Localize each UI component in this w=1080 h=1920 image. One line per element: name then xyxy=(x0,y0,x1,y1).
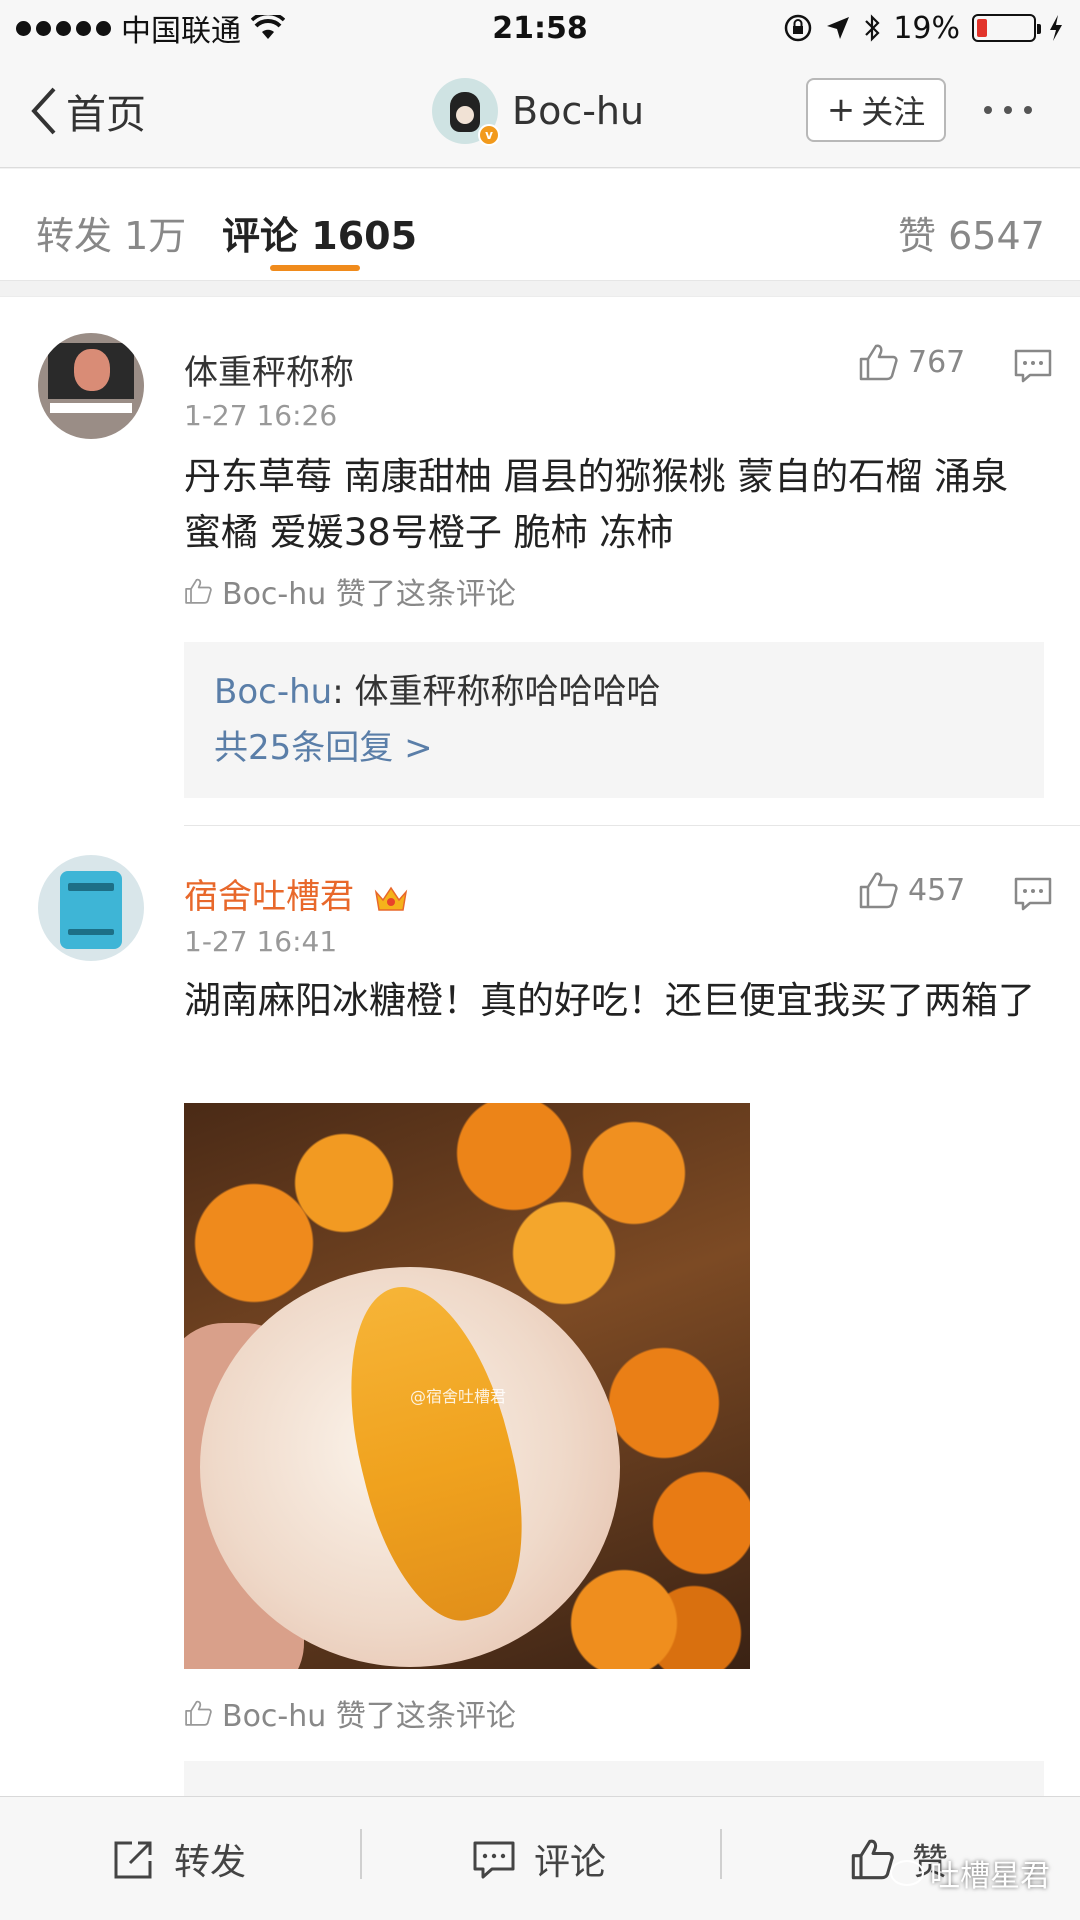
tab-reposts-count: 1万 xyxy=(124,214,187,258)
share-icon xyxy=(114,1841,152,1879)
comment-author-name: 宿舍吐槽君 xyxy=(184,877,354,917)
charging-icon xyxy=(1050,15,1062,41)
reply-author[interactable]: Boc-hu xyxy=(214,672,332,712)
tab-likes[interactable]: 赞 6547 xyxy=(898,205,1045,260)
rotation-lock-icon xyxy=(785,14,812,42)
signal-icon xyxy=(16,20,111,36)
thumbs-up-icon xyxy=(859,344,898,381)
status-bar: 中国联通 21:58 19% xyxy=(0,0,1080,56)
image-watermark: @宿舍吐槽君 xyxy=(410,1387,507,1406)
tab-bar: 转发 1万 评论 1605 赞 6547 xyxy=(0,169,1080,281)
thumbs-up-icon xyxy=(185,578,212,604)
more-options-icon[interactable] xyxy=(984,106,1032,114)
nav-username: Boc-hu xyxy=(512,89,645,133)
active-tab-indicator xyxy=(270,265,360,271)
nav-user[interactable]: v Boc-hu xyxy=(432,78,645,146)
reply-icon[interactable] xyxy=(1014,349,1052,383)
avatar[interactable] xyxy=(38,333,144,439)
follow-label: 关注 xyxy=(861,93,926,131)
comment-icon xyxy=(473,1841,515,1879)
comment-time: 1-27 16:26 xyxy=(184,399,338,432)
verified-badge-icon: v xyxy=(478,124,500,146)
avatar: v xyxy=(432,78,500,146)
tab-reposts[interactable]: 转发 1万 xyxy=(36,205,186,260)
reply-preview[interactable]: Boc-hu: 体重秤称称哈哈哈哈 共25条回复 > xyxy=(184,642,1044,798)
watermark-text: 吐槽星君 xyxy=(930,1859,1050,1894)
comment-text: 丹东草莓 南康甜柚 眉县的猕猴桃 蒙自的石榴 涌泉蜜橘 爱媛38号橙子 脆柿 冻… xyxy=(184,455,1009,554)
comment-label: 评论 xyxy=(534,1842,607,1883)
wechat-icon xyxy=(890,1860,924,1886)
liked-by-note: Boc-hu 赞了这条评论 xyxy=(184,569,516,613)
liked-by-note: Boc-hu 赞了这条评论 xyxy=(184,1691,516,1735)
repost-label: 转发 xyxy=(174,1842,247,1883)
reply-text: 体重秤称称哈哈哈哈 xyxy=(354,672,661,712)
comment-time: 1-27 16:41 xyxy=(184,925,338,958)
tab-reposts-label: 转发 xyxy=(36,214,113,258)
tab-likes-label: 赞 xyxy=(898,214,937,258)
divider xyxy=(360,1829,362,1879)
wifi-icon xyxy=(251,15,285,39)
comment-author[interactable]: 宿舍吐槽君 xyxy=(184,869,409,918)
thumbs-up-icon xyxy=(185,1700,212,1726)
clock: 21:58 xyxy=(492,10,588,46)
tab-likes-count: 6547 xyxy=(948,214,1045,258)
plus-icon: + xyxy=(826,90,856,130)
back-button[interactable]: 首页 xyxy=(28,82,146,140)
bluetooth-icon xyxy=(865,14,880,42)
tab-comments-label: 评论 xyxy=(222,214,299,258)
comment-list[interactable]: 体重秤称称 1-27 16:26 767 丹东草莓 南康甜柚 眉县的猕猴桃 蒙自… xyxy=(0,296,1080,1796)
comment-image[interactable]: @宿舍吐槽君 xyxy=(184,1103,750,1669)
carrier-label: 中国联通 xyxy=(121,14,241,49)
reply-icon[interactable] xyxy=(1014,877,1052,911)
battery-percent: 19% xyxy=(893,10,960,46)
repost-button[interactable]: 转发 xyxy=(112,1833,246,1885)
like-count: 767 xyxy=(908,344,966,380)
like-count: 457 xyxy=(908,872,966,908)
like-button[interactable]: 767 xyxy=(858,343,965,381)
tab-comments[interactable]: 评论 1605 xyxy=(222,205,417,260)
follow-button[interactable]: + 关注 xyxy=(806,78,946,142)
divider xyxy=(720,1829,722,1879)
chevron-left-icon xyxy=(31,87,56,135)
liked-by-text: Boc-hu 赞了这条评论 xyxy=(222,1699,516,1734)
view-all-replies-link[interactable]: 共25条回复 > xyxy=(214,720,1014,776)
comment-author[interactable]: 体重秤称称 xyxy=(184,345,354,394)
reply-colon: : xyxy=(332,672,355,712)
thumbs-up-icon xyxy=(851,1839,894,1880)
divider xyxy=(184,825,1080,826)
location-arrow-icon xyxy=(827,17,850,39)
bottom-action-bar: 转发 评论 赞 吐槽星君 xyxy=(0,1796,1080,1920)
thumbs-up-icon xyxy=(859,872,898,909)
avatar[interactable] xyxy=(38,855,144,961)
watermark: 吐槽星君 xyxy=(890,1851,1050,1895)
liked-by-text: Boc-hu 赞了这条评论 xyxy=(222,577,516,612)
battery-icon xyxy=(972,14,1041,42)
comment-text: 湖南麻阳冰糖橙！真的好吃！还巨便宜我买了两箱了 xyxy=(184,979,1035,1022)
reply-preview[interactable] xyxy=(184,1761,1044,1796)
nav-bar: 首页 v Boc-hu + 关注 xyxy=(0,56,1080,168)
tab-comments-count: 1605 xyxy=(311,214,418,258)
like-button[interactable]: 457 xyxy=(858,871,965,909)
vip-crown-icon xyxy=(374,886,407,911)
comment-button[interactable]: 评论 xyxy=(472,1833,606,1885)
back-label: 首页 xyxy=(66,92,146,138)
